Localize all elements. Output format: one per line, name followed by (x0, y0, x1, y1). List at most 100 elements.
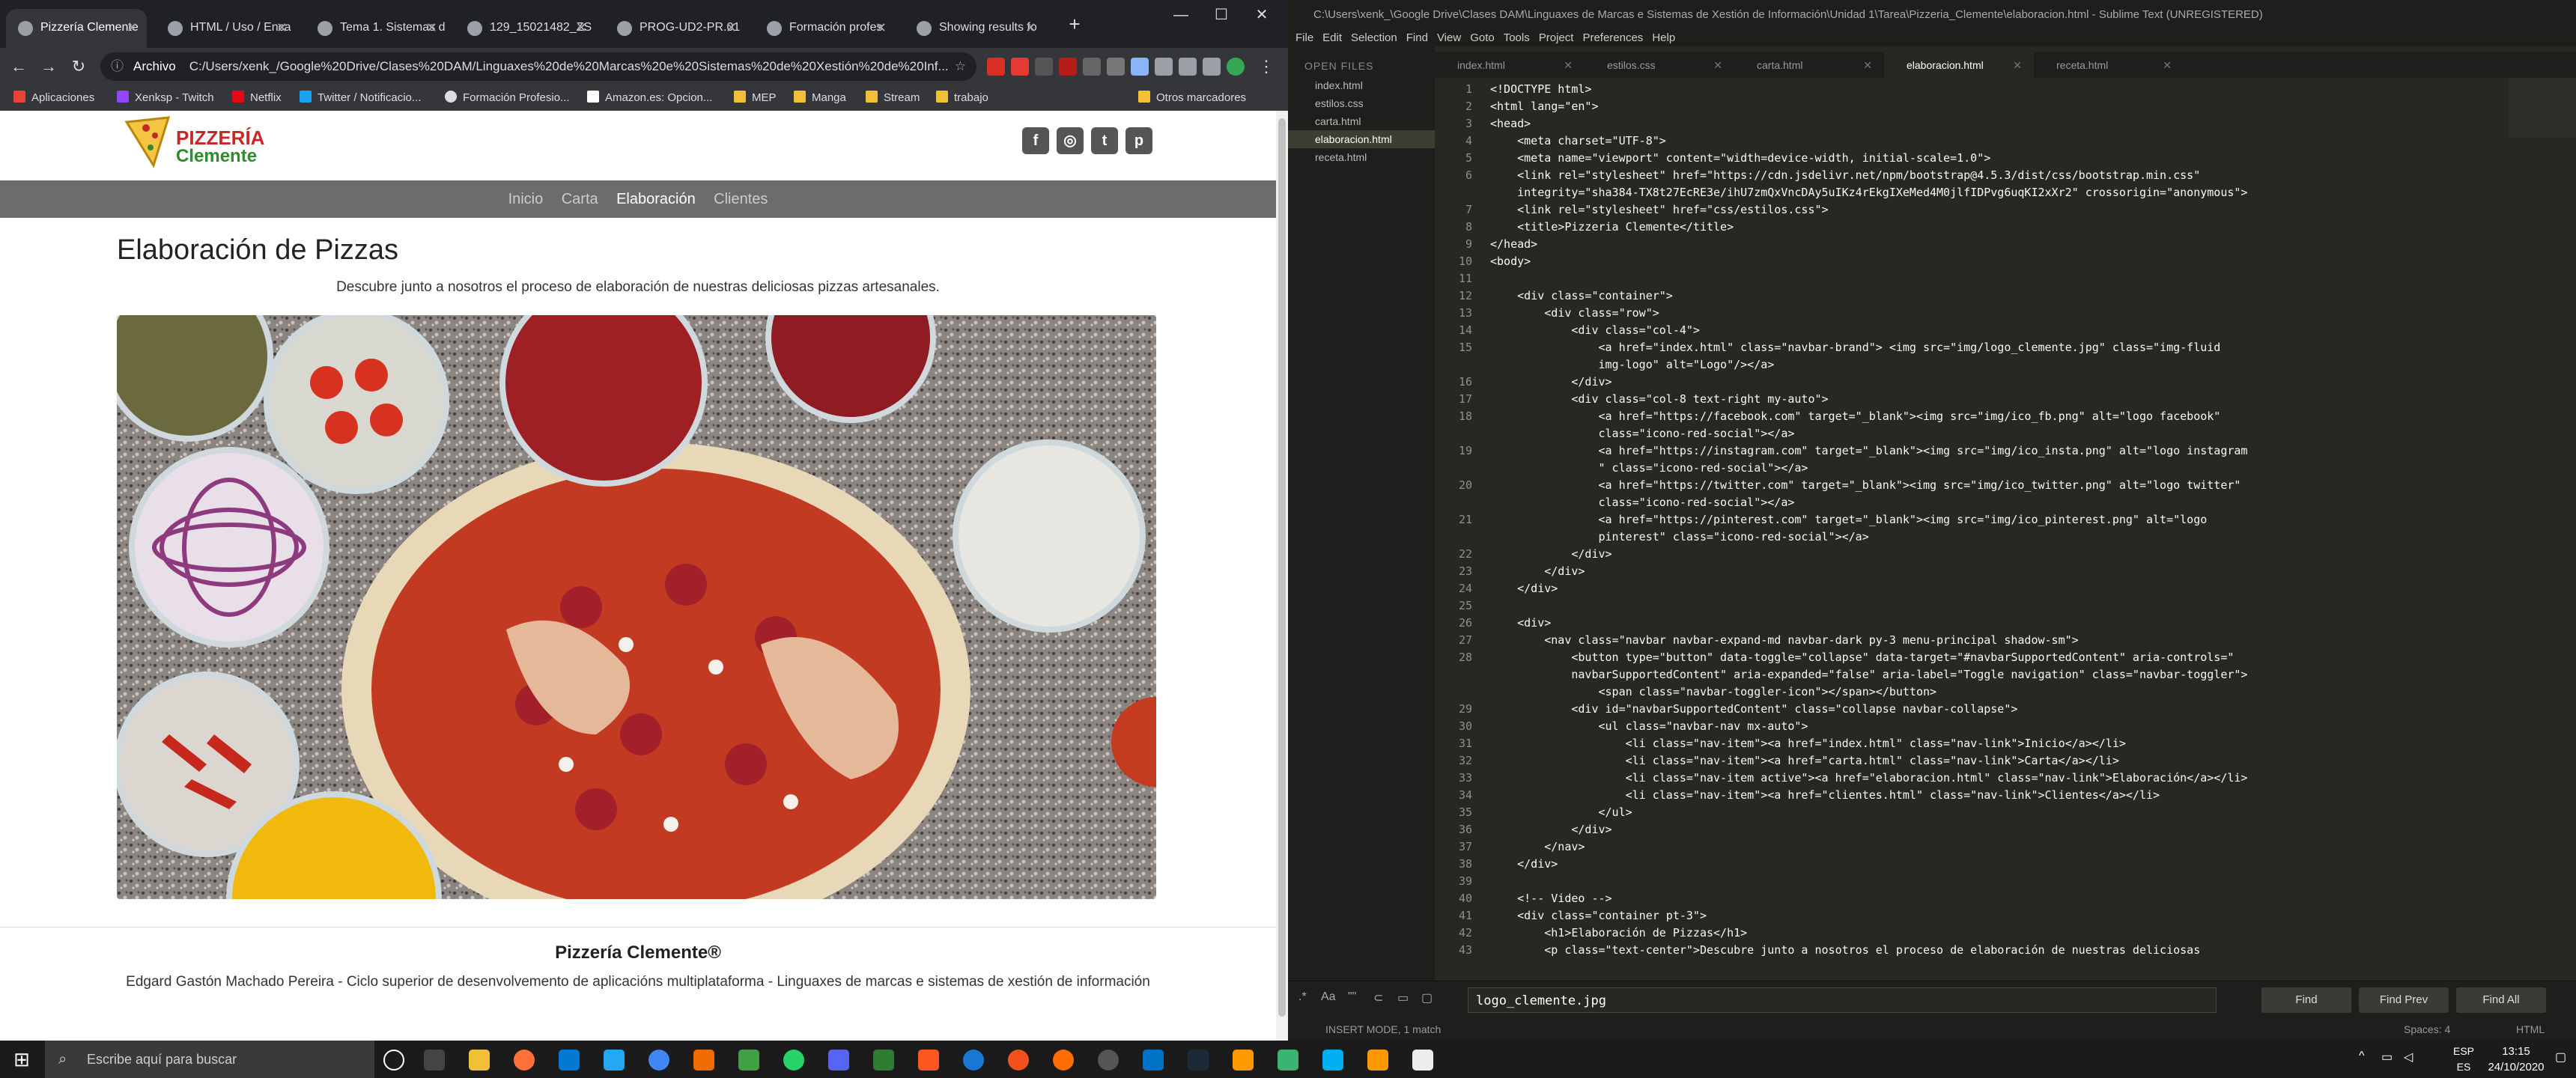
origin-icon[interactable] (1008, 1050, 1029, 1071)
close-tab-icon[interactable]: ✕ (726, 9, 737, 46)
menu-kebab-icon[interactable]: ⋮ (1254, 54, 1279, 79)
illustrator-icon[interactable] (1233, 1050, 1254, 1071)
app-icon[interactable] (1278, 1050, 1298, 1071)
close-tab-icon[interactable]: ✕ (1713, 52, 1722, 78)
sidebar-file[interactable]: carta.html (1288, 112, 1435, 130)
info-icon[interactable]: ⓘ (111, 52, 124, 81)
outlook-icon[interactable] (1143, 1050, 1164, 1071)
nav-carta[interactable]: Carta (562, 180, 598, 218)
nav-inicio[interactable]: Inicio (508, 180, 544, 218)
close-tab-icon[interactable]: ✕ (1025, 9, 1036, 46)
status-indentation[interactable]: Spaces: 4 (2404, 1018, 2450, 1041)
windows-start-icon[interactable]: ⊞ (0, 1041, 43, 1078)
twitter-icon[interactable]: t (1091, 127, 1118, 154)
xbox-icon[interactable] (738, 1050, 759, 1071)
extension-icon[interactable] (1011, 58, 1029, 76)
skype-icon[interactable] (1322, 1050, 1343, 1071)
whole-word-toggle[interactable]: "" (1348, 990, 1356, 1004)
network-icon[interactable]: ▭ (2381, 1050, 2393, 1065)
menu-tools[interactable]: Tools (1504, 31, 1530, 44)
sidebar-file-active[interactable]: elaboracion.html (1288, 130, 1435, 148)
bookmark-amazon[interactable]: Amazon.es: Opcion... (587, 85, 712, 111)
bookmark-star-icon[interactable]: ☆ (955, 52, 966, 81)
tray-chevron-icon[interactable]: ^ (2359, 1050, 2365, 1063)
sidebar-file[interactable]: receta.html (1288, 148, 1435, 166)
new-tab-button[interactable]: + (1054, 9, 1095, 39)
extension-icon[interactable] (1107, 58, 1125, 76)
extension-icon[interactable] (1035, 58, 1053, 76)
adblock-extension-icon[interactable] (987, 58, 1005, 76)
tab-elaboracion[interactable]: elaboracion.html ✕ (1884, 52, 2034, 78)
wrap-toggle[interactable]: ⊂ (1373, 990, 1383, 1005)
whatsapp-icon[interactable] (783, 1050, 804, 1071)
site-logo[interactable]: PIZZERÍA Clemente (124, 115, 266, 168)
menu-file[interactable]: File (1295, 31, 1313, 44)
tab-carta[interactable]: carta.html ✕ (1734, 52, 1884, 78)
language-indicator[interactable]: ESP ES (2449, 1044, 2479, 1075)
app-icon[interactable] (1053, 1050, 1074, 1071)
sidebar-file[interactable]: index.html (1288, 76, 1435, 94)
office-icon[interactable] (918, 1050, 939, 1071)
tab-receta[interactable]: receta.html ✕ (2034, 52, 2184, 78)
steam-icon[interactable] (1188, 1050, 1209, 1071)
bookmark-other[interactable]: Otros marcadores (1138, 85, 1246, 111)
close-tab-icon[interactable]: ✕ (1564, 52, 1573, 78)
bookmark-mep[interactable]: MEP (734, 85, 777, 111)
find-all-button[interactable]: Find All (2456, 987, 2546, 1013)
menu-find[interactable]: Find (1406, 31, 1428, 44)
menu-edit[interactable]: Edit (1322, 31, 1342, 44)
status-syntax[interactable]: HTML (2516, 1018, 2545, 1041)
chrome-icon[interactable] (648, 1050, 669, 1071)
extension-icon[interactable] (1083, 58, 1101, 76)
menu-goto[interactable]: Goto (1470, 31, 1495, 44)
tab-index[interactable]: index.html ✕ (1435, 52, 1585, 78)
clock[interactable]: 13:15 24/10/2020 (2486, 1044, 2546, 1075)
bookmark-apps[interactable]: Aplicaciones (13, 85, 94, 111)
instagram-icon[interactable]: ◎ (1057, 127, 1084, 154)
case-toggle[interactable]: Aa (1321, 990, 1336, 1004)
notifications-icon[interactable]: ▢ (2555, 1050, 2566, 1065)
bookmark-trabajo[interactable]: trabajo (936, 85, 988, 111)
reload-icon[interactable]: ↻ (66, 54, 91, 79)
find-input[interactable]: logo_clemente.jpg (1468, 987, 2217, 1013)
close-window-button[interactable]: ✕ (1242, 0, 1282, 30)
app-icon[interactable] (1412, 1050, 1433, 1071)
bookmark-twitter[interactable]: Twitter / Notificacio... (300, 85, 421, 111)
page-scrollbar[interactable] (1276, 111, 1288, 1041)
firefox-icon[interactable] (514, 1050, 535, 1071)
nav-clientes[interactable]: Clientes (714, 180, 768, 218)
menu-view[interactable]: View (1437, 31, 1461, 44)
menu-project[interactable]: Project (1539, 31, 1574, 44)
close-tab-icon[interactable]: ✕ (576, 9, 587, 46)
minimap[interactable] (2509, 78, 2576, 138)
tab-estilos[interactable]: estilos.css ✕ (1585, 52, 1734, 78)
back-icon[interactable]: ← (6, 54, 31, 79)
find-prev-button[interactable]: Find Prev (2359, 987, 2449, 1013)
vscode-icon[interactable] (604, 1050, 625, 1071)
nav-elaboracion[interactable]: Elaboración (616, 180, 696, 218)
puzzle-icon[interactable] (1203, 58, 1221, 76)
bookmark-twitch[interactable]: Xenksp - Twitch (117, 85, 214, 111)
close-tab-icon[interactable]: ✕ (1863, 52, 1872, 78)
in-selection-toggle[interactable]: ▭ (1397, 990, 1409, 1005)
close-tab-icon[interactable]: ✕ (2163, 52, 2172, 78)
code-editor[interactable]: <!DOCTYPE html> <html lang="en"> <head> <m… (1490, 78, 2509, 976)
taskbar-search[interactable]: ⌕ Escribe aquí para buscar (45, 1041, 374, 1078)
address-bar[interactable]: ⓘ Archivo C:/Users/xenk_/Google%20Drive/C… (100, 52, 976, 81)
close-tab-icon[interactable]: ✕ (426, 9, 437, 46)
maximize-button[interactable]: ☐ (1201, 0, 1242, 30)
bookmark-stream[interactable]: Stream (866, 85, 920, 111)
menu-help[interactable]: Help (1652, 31, 1675, 44)
scrollbar-thumb[interactable] (1278, 118, 1286, 1017)
close-tab-icon[interactable]: ✕ (875, 9, 887, 46)
bookmark-manga[interactable]: Manga (794, 85, 846, 111)
regex-toggle[interactable]: .* (1298, 990, 1307, 1004)
sublime-text-icon[interactable] (1367, 1050, 1388, 1071)
mail-icon[interactable] (559, 1050, 580, 1071)
close-tab-icon[interactable]: ✕ (276, 9, 288, 46)
sidebar-file[interactable]: estilos.css (1288, 94, 1435, 112)
discord-icon[interactable] (828, 1050, 849, 1071)
menu-selection[interactable]: Selection (1351, 31, 1397, 44)
pinterest-icon[interactable]: p (1126, 127, 1152, 154)
extension-icon[interactable] (1131, 58, 1149, 76)
